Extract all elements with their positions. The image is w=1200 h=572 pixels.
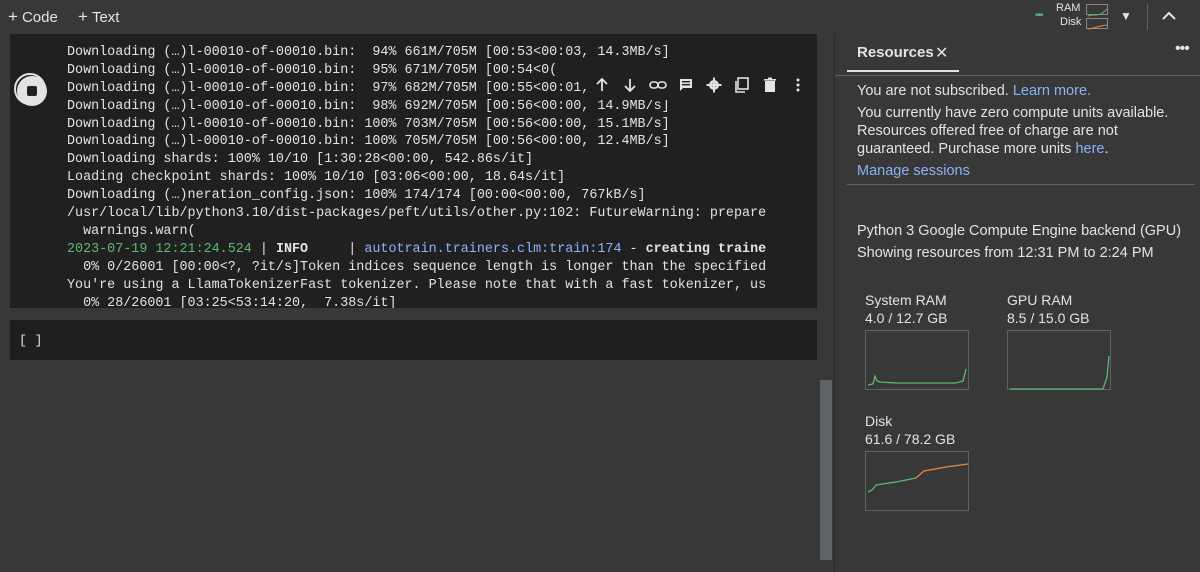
- output-line: 0% 0/26001 [00:00<?, ?it/s]Token indices…: [67, 259, 767, 275]
- plus-icon: +: [8, 7, 18, 26]
- trash-icon[interactable]: [756, 77, 784, 97]
- log-message: creating traine: [645, 241, 767, 257]
- cell-brackets: [ ]: [19, 333, 43, 348]
- output-line: warnings.warn(: [67, 223, 196, 239]
- chevron-up-icon[interactable]: [1159, 6, 1179, 31]
- resource-indicator[interactable]: ••• RAM Disk: [1034, 2, 1114, 32]
- arrow-down-icon[interactable]: [616, 77, 644, 97]
- disk-label: Disk: [865, 413, 893, 429]
- chevron-down-icon[interactable]: ▼: [1120, 9, 1132, 23]
- close-icon[interactable]: ✕: [935, 43, 948, 63]
- resources-panel: Resources ✕ ••• You are not subscribed. …: [834, 34, 1200, 572]
- connected-dots-icon: •••: [1035, 10, 1043, 21]
- arrow-up-icon[interactable]: [588, 77, 616, 97]
- scrollbar-thumb[interactable]: [820, 380, 832, 560]
- manage-sessions-link[interactable]: Manage sessions: [857, 162, 970, 180]
- system-ram-label: System RAM: [865, 292, 947, 308]
- more-vert-icon[interactable]: [784, 77, 812, 97]
- comment-icon[interactable]: [672, 77, 700, 97]
- active-tab-indicator: [847, 70, 959, 72]
- gpu-ram-chart: [1007, 330, 1111, 390]
- stop-execution-button[interactable]: [14, 73, 47, 106]
- output-line: Downloading (…)neration_config.json: 100…: [67, 188, 646, 204]
- tab-resources[interactable]: Resources: [857, 44, 934, 61]
- output-line: Downloading (…)l-00010-of-00010.bin: 98%…: [67, 98, 670, 114]
- ram-mini-label: RAM: [1056, 2, 1081, 14]
- section-divider: [847, 184, 1195, 185]
- panel-divider: [835, 75, 1200, 76]
- gpu-ram-label: GPU RAM: [1007, 292, 1073, 308]
- time-range-label: Showing resources from 12:31 PM to 2:24 …: [857, 245, 1154, 261]
- backend-label: Python 3 Google Compute Engine backend (…: [857, 223, 1182, 239]
- gpu-ram-value: 8.5 / 15.0 GB: [1007, 310, 1090, 326]
- output-line: /usr/local/lib/python3.10/dist-packages/…: [67, 206, 767, 222]
- purchase-here-link[interactable]: here: [1075, 141, 1104, 157]
- log-line: 2023-07-19 12:21:24.524 | INFO | autotra…: [67, 241, 767, 257]
- system-ram-value: 4.0 / 12.7 GB: [865, 310, 948, 326]
- stop-icon: [14, 73, 46, 105]
- top-toolbar: + Code + Text ••• RAM Disk ▼: [0, 0, 1200, 34]
- output-line: Downloading (…)l-00010-of-00010.bin: 100…: [67, 134, 670, 150]
- disk-mini-chart: [1086, 18, 1108, 30]
- disk-chart: [865, 451, 969, 511]
- output-line: 0% 28/26001 [03:25<53:14:20, 7.38s/it]: [67, 295, 397, 308]
- notebook-area: Downloading (…)l-00010-of-00010.bin: 94%…: [0, 34, 834, 572]
- system-ram-chart: [865, 330, 969, 390]
- gear-icon[interactable]: [700, 77, 728, 97]
- log-level: INFO: [275, 241, 309, 257]
- ram-mini-chart: [1086, 4, 1108, 17]
- disk-mini-label: Disk: [1060, 16, 1082, 28]
- output-line: Downloading (…)l-00010-of-00010.bin: 100…: [67, 116, 670, 132]
- add-code-button[interactable]: + Code: [8, 7, 58, 27]
- output-cell: Downloading (…)l-00010-of-00010.bin: 94%…: [10, 34, 817, 308]
- output-line: Downloading shards: 100% 10/10 [1:30:28<…: [67, 152, 534, 168]
- empty-code-cell[interactable]: [ ]: [10, 320, 817, 360]
- log-timestamp: 2023-07-19 12:21:24.524: [67, 241, 252, 257]
- output-line: Downloading (…)l-00010-of-00010.bin: 94%…: [67, 44, 670, 60]
- log-module: autotrain.trainers.clm:train:174: [364, 241, 622, 257]
- cell-toolbar: [588, 74, 817, 100]
- mirror-cell-icon[interactable]: [728, 77, 756, 97]
- add-text-button[interactable]: + Text: [78, 7, 119, 27]
- disk-value: 61.6 / 78.2 GB: [865, 431, 956, 447]
- output-line: Loading checkpoint shards: 100% 10/10 [0…: [67, 170, 566, 186]
- output-line: You're using a LlamaTokenizerFast tokeni…: [67, 277, 767, 293]
- plus-icon: +: [78, 7, 88, 26]
- subscription-status: You are not subscribed. Learn more.: [857, 83, 1092, 99]
- toolbar-divider: [1147, 4, 1148, 30]
- compute-units-notice: You currently have zero compute units av…: [857, 105, 1169, 157]
- more-horiz-icon[interactable]: •••: [1175, 40, 1190, 58]
- link-icon[interactable]: [644, 77, 672, 97]
- learn-more-link[interactable]: Learn more.: [1013, 83, 1091, 99]
